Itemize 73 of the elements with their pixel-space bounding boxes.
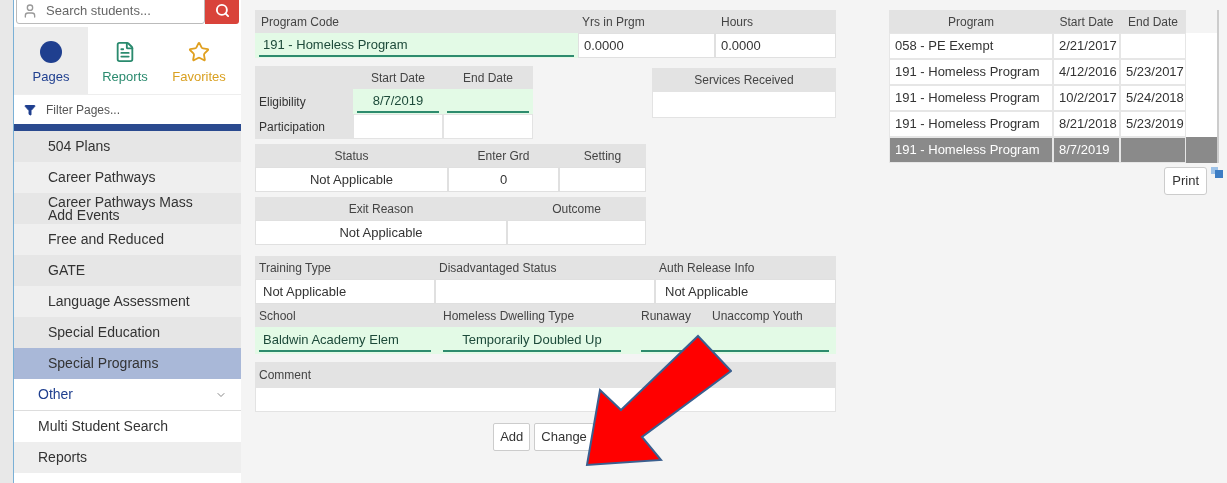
copy-icon — [1211, 167, 1223, 178]
column-header: Services Received — [652, 68, 836, 91]
page-item[interactable]: Language Assessment — [14, 286, 241, 317]
action-button[interactable]: Add — [493, 423, 531, 451]
table-cell — [1120, 137, 1186, 163]
user-icon — [22, 2, 38, 19]
page-item[interactable]: Special Education — [14, 317, 241, 348]
filter-icon — [24, 103, 36, 116]
column-header: End Date — [443, 66, 533, 89]
column-header: End Date — [1120, 10, 1186, 33]
column-header: Start Date — [353, 66, 443, 89]
history-row[interactable]: 191 - Homeless Program 10/2/2017 5/24/2018 — [889, 85, 1217, 111]
column-header: Unaccomp Youth — [712, 304, 836, 327]
row-label: Eligibility — [255, 89, 353, 114]
search-icon — [214, 3, 230, 18]
table-cell: 2/21/2017 — [1053, 33, 1120, 59]
table-cell: 0 — [448, 167, 559, 192]
column-header: Program Code — [255, 10, 578, 33]
page-item[interactable]: GATE — [14, 255, 241, 286]
document-icon — [114, 40, 136, 63]
page-item[interactable]: Free and Reduced — [14, 224, 241, 255]
table-cell: 5/23/2019 — [1120, 111, 1186, 137]
action-button[interactable]: Change — [534, 423, 594, 451]
page-item[interactable]: 504 Plans — [14, 131, 241, 162]
column-header: School — [255, 304, 439, 327]
table-cell: Not Applicable — [255, 220, 507, 245]
column-header: Runaway — [637, 304, 712, 327]
table-cell: 191 - Homeless Program — [889, 137, 1053, 163]
column-header: Yrs in Prgm — [578, 10, 715, 33]
history-row[interactable]: 058 - PE Exempt 2/21/2017 — [889, 33, 1217, 59]
table-cell: 10/2/2017 — [1053, 85, 1120, 111]
column-header: Auth Release Info — [655, 256, 836, 279]
table-cell: 191 - Homeless Program — [889, 59, 1053, 85]
column-header: Hours — [715, 10, 836, 33]
table-cell: Not Applicable — [255, 167, 448, 192]
column-header: Training Type — [255, 256, 435, 279]
table-cell: Not Applicable — [655, 279, 836, 304]
row-label: Participation — [255, 114, 353, 139]
table-cell: 191 - Homeless Program — [889, 111, 1053, 137]
column-header: Program — [889, 10, 1053, 33]
page-item[interactable]: Career Pathways — [14, 162, 241, 193]
table-cell: 8/21/2018 — [1053, 111, 1120, 137]
search-placeholder: Search students... — [46, 1, 151, 20]
column-header: Outcome — [507, 197, 646, 220]
table-cell: Not Applicable — [255, 279, 435, 304]
column-header: Setting — [559, 144, 646, 167]
column-header: Homeless Dwelling Type — [439, 304, 637, 327]
print-button[interactable]: Print — [1164, 167, 1207, 195]
page-item[interactable]: Special Programs — [14, 348, 241, 379]
history-row[interactable]: 191 - Homeless Program 8/21/2018 5/23/2019 — [889, 111, 1217, 137]
nav-tab[interactable]: Pages — [14, 27, 88, 94]
column-header: Disadvantaged Status — [435, 256, 655, 279]
input-field[interactable]: Temporarily Doubled Up — [443, 329, 621, 352]
history-row[interactable]: 191 - Homeless Program 4/12/2016 5/23/2017 — [889, 59, 1217, 85]
table-cell: 0.0000 — [715, 33, 836, 58]
page-item[interactable]: Career Pathways Mass Add Events — [14, 193, 241, 224]
table-cell: 191 - Homeless Program — [889, 85, 1053, 111]
table-cell: 058 - PE Exempt — [889, 33, 1053, 59]
table-cell: 0.0000 — [578, 33, 715, 58]
column-header: Enter Grd — [448, 144, 559, 167]
search-field[interactable]: Search students... — [16, 0, 205, 24]
table-cell: 5/24/2018 — [1120, 85, 1186, 111]
column-header: Status — [255, 144, 448, 167]
column-header: Exit Reason — [255, 197, 507, 220]
table-cell: 8/7/2019 — [1053, 137, 1120, 163]
search-button[interactable] — [205, 0, 239, 24]
column-header: Start Date — [1053, 10, 1120, 33]
table-cell: 5/23/2017 — [1120, 59, 1186, 85]
table-cell: 4/12/2016 — [1053, 59, 1120, 85]
star-icon — [188, 40, 210, 63]
input-field[interactable]: Baldwin Academy Elem — [259, 329, 431, 352]
table-cell — [1120, 33, 1186, 59]
sidebar-link[interactable]: Reports — [14, 442, 241, 473]
